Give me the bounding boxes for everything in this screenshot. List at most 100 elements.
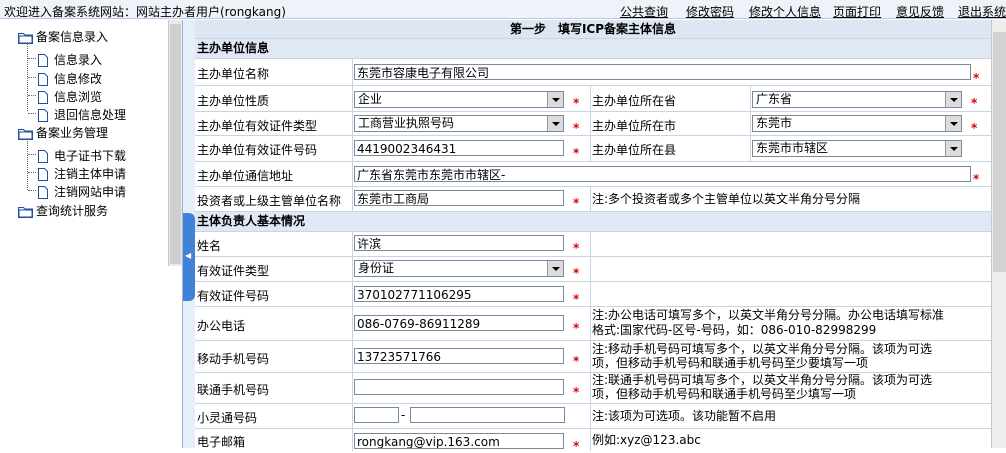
tree-item-label: 信息浏览 — [54, 90, 103, 104]
unit-nature-select[interactable]: 企业 — [354, 91, 564, 108]
required-star: * — [573, 292, 580, 306]
cell-sep — [352, 136, 353, 161]
welcome-text: 欢迎进入备案系统网站：网站主办者用户(rongkang) — [4, 5, 286, 19]
mobile-note: 项，但移动手机号码和联通手机号码至少要填写一项 — [592, 356, 869, 370]
email-input[interactable]: rongkang@vip.163.com — [354, 433, 564, 449]
tree-group-query-stats[interactable]: 查询统计服务 — [18, 202, 108, 219]
phs-note: 注:该项为可选项。该功能暂不启用 — [592, 409, 777, 423]
tree-item-info-browse[interactable]: 信息浏览 — [38, 88, 102, 105]
cell-sep — [352, 257, 353, 281]
form-scrollbar[interactable] — [991, 20, 1006, 448]
phs-number-input[interactable] — [410, 407, 565, 423]
nav-scrollbar[interactable] — [168, 20, 183, 266]
cert-no-input[interactable]: 4419002346431 — [354, 140, 564, 156]
public-query-link[interactable]: 公共查询 — [620, 3, 668, 20]
cell-sep — [750, 112, 751, 135]
unit-name-input[interactable]: 东莞市容康电子有限公司 — [354, 64, 971, 80]
required-star: * — [573, 321, 580, 335]
unicom-note: 注:联通手机号码可填写多个，以英文半角分号分隔。该项为可选 — [592, 373, 933, 387]
province-select[interactable]: 广东省 — [752, 91, 962, 108]
tree-line — [28, 58, 36, 59]
folder-icon — [18, 128, 33, 140]
collapse-toggle[interactable]: ◀ — [183, 213, 195, 301]
tree-item-info-entry[interactable]: 信息录入 — [38, 51, 102, 68]
tree-item-cancel-website[interactable]: 注销网站申请 — [38, 183, 126, 200]
scroll-thumb[interactable] — [993, 32, 1006, 272]
cell-sep — [590, 282, 591, 306]
chevron-down-icon[interactable] — [547, 92, 563, 107]
print-page-link[interactable]: 页面打印 — [833, 3, 881, 20]
id-no-input[interactable]: 370102771106295 — [354, 286, 564, 302]
required-star: * — [573, 196, 580, 210]
address-input[interactable]: 广东省东莞市东莞市市辖区- — [354, 166, 971, 182]
row-name: 姓名 许滨 * — [195, 232, 991, 257]
page-icon — [38, 150, 48, 163]
mobile-input[interactable]: 13723571766 — [354, 348, 564, 364]
row-cert-type: 主办单位有效证件类型 工商营业执照号码 * 主办单位所在市 东莞市 * — [195, 112, 991, 136]
tree-group-label: 查询统计服务 — [36, 204, 109, 218]
tree-item-returned-info[interactable]: 退回信息处理 — [38, 106, 126, 123]
chevron-down-icon[interactable] — [547, 116, 563, 131]
cert-no-label: 主办单位有效证件号码 — [197, 143, 318, 157]
tree-group-records-input[interactable]: 备案信息录入 — [18, 28, 108, 45]
row-phs: 小灵通号码 - 注:该项为可选项。该功能暂不启用 — [195, 404, 991, 429]
investor-note: 注:多个投资者或多个主管单位以英文半角分号分隔 — [592, 192, 861, 206]
edit-profile-link[interactable]: 修改个人信息 — [749, 3, 821, 20]
tree-line — [28, 172, 36, 173]
tree-item-cancel-subject[interactable]: 注销主体申请 — [38, 165, 126, 182]
email-note: 例如:xyz@123.abc — [592, 433, 701, 447]
unit-name-label: 主办单位名称 — [197, 67, 270, 81]
page-icon — [38, 168, 48, 181]
change-password-link[interactable]: 修改密码 — [686, 3, 734, 20]
cell-sep — [352, 307, 353, 340]
page-icon — [38, 73, 48, 86]
feedback-link[interactable]: 意见反馈 — [896, 3, 944, 20]
cell-sep — [352, 86, 353, 111]
chevron-down-icon[interactable] — [945, 141, 961, 156]
county-select[interactable]: 东莞市市辖区 — [752, 140, 962, 157]
email-label: 电子邮箱 — [197, 435, 246, 449]
chevron-down-icon[interactable] — [945, 116, 961, 131]
city-select[interactable]: 东莞市 — [752, 115, 962, 132]
row-cert-no: 主办单位有效证件号码 4419002346431 * 主办单位所在县 东莞市市辖… — [195, 136, 991, 162]
cell-sep — [590, 341, 591, 372]
investor-input[interactable]: 东莞市工商局 — [354, 190, 564, 206]
cell-sep — [590, 232, 591, 256]
cell-sep — [352, 282, 353, 306]
page-icon — [38, 54, 48, 67]
logout-link[interactable]: 退出系统 — [958, 3, 1006, 20]
tree-item-info-edit[interactable]: 信息修改 — [38, 70, 102, 87]
cert-type-label: 主办单位有效证件类型 — [197, 119, 318, 133]
row-id-type: 有效证件类型 身份证 * — [195, 257, 991, 282]
required-star: * — [573, 121, 580, 135]
cell-sep — [750, 86, 751, 111]
id-type-select[interactable]: 身份证 — [354, 260, 564, 277]
address-label: 主办单位通信地址 — [197, 169, 294, 183]
tree-line — [28, 95, 36, 96]
required-star: * — [573, 385, 580, 399]
row-investor: 投资者或上级主管单位名称 东莞市工商局 * 注:多个投资者或多个主管单位以英文半… — [195, 187, 991, 212]
tree-item-cert-download[interactable]: 电子证书下载 — [38, 147, 126, 164]
cell-sep — [352, 341, 353, 372]
province-label: 主办单位所在省 — [592, 94, 677, 108]
chevron-down-icon[interactable] — [945, 92, 961, 107]
cert-type-select[interactable]: 工商营业执照号码 — [354, 115, 564, 132]
required-star: * — [573, 146, 580, 160]
chevron-down-icon[interactable] — [547, 261, 563, 276]
tree-group-business[interactable]: 备案业务管理 — [18, 124, 108, 141]
collapse-arrow-icon: ◀ — [185, 251, 192, 260]
tree-line — [28, 113, 36, 114]
required-star: * — [573, 241, 580, 255]
office-phone-note: 注:办公电话可填写多个，以英文半角分号分隔。办公电话填写标准 — [592, 308, 945, 322]
unicom-input[interactable] — [354, 379, 564, 395]
scroll-thumb[interactable] — [170, 24, 181, 264]
id-no-label: 有效证件号码 — [197, 289, 270, 303]
section-title: 主体负责人基本情况 — [197, 214, 306, 228]
phs-area-input[interactable] — [354, 407, 399, 423]
cell-sep — [590, 404, 591, 428]
name-input[interactable]: 许滨 — [354, 235, 564, 251]
section-unit-info: 主办单位信息 — [195, 39, 991, 59]
tree-item-label: 信息修改 — [54, 72, 103, 86]
office-phone-input[interactable]: 086-0769-86911289 — [354, 315, 564, 331]
page-icon — [38, 109, 48, 122]
